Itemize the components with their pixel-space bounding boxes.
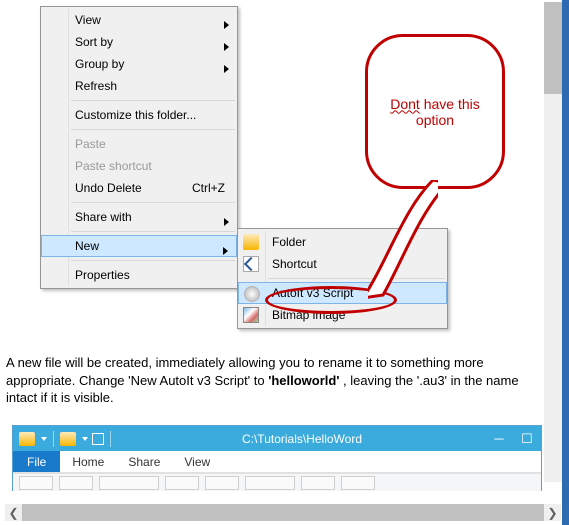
menu-item-undo-delete[interactable]: Undo Delete Ctrl+Z [41,177,237,199]
menu-separator [71,129,235,130]
explorer-ribbon-tabs: File Home Share View [13,451,541,473]
submenu-item-folder[interactable]: Folder [238,231,447,253]
page-right-border [562,0,569,525]
menu-separator [268,278,445,279]
menu-item-new[interactable]: New [41,235,237,257]
maximize-button[interactable]: ☐ [513,429,541,449]
menu-item-properties[interactable]: Properties [41,264,237,286]
tab-home[interactable]: Home [60,451,116,472]
chevron-down-icon [82,437,88,441]
submenu-label: Shortcut [272,257,317,271]
vertical-scrollbar-thumb[interactable] [544,2,562,94]
submenu-label: Folder [272,235,306,249]
toolbar-button[interactable] [59,476,93,490]
toolbar-button[interactable] [19,476,53,490]
menu-separator [71,231,235,232]
tab-share[interactable]: Share [116,451,172,472]
menu-label: Paste shortcut [75,159,152,173]
submenu-new: Folder Shortcut AutoIt v3 Script Bitmap … [237,228,448,329]
submenu-item-shortcut[interactable]: Shortcut [238,253,447,275]
context-menu: View Sort by Group by Refresh Customize … [40,6,238,289]
autoit-icon [244,286,260,302]
annotation-callout: Dont have this option [365,34,505,189]
toolbar-button[interactable] [301,476,335,490]
properties-icon [92,433,104,445]
file-explorer-window: C:\Tutorials\HelloWord ─ ☐ File Home Sha… [12,425,542,491]
quick-access-toolbar[interactable] [13,431,119,447]
menu-item-paste: Paste [41,133,237,155]
toolbar-button[interactable] [341,476,375,490]
submenu-label: Bitmap image [272,308,345,322]
scroll-left-button[interactable]: ❮ [5,504,22,521]
menu-item-group-by[interactable]: Group by [41,53,237,75]
paragraph-bold: 'helloworld' [268,373,339,388]
chevron-down-icon [41,437,47,441]
submenu-item-bitmap-image[interactable]: Bitmap image [238,304,447,326]
menu-label: Customize this folder... [75,108,196,122]
toolbar-button[interactable] [99,476,159,490]
minimize-button[interactable]: ─ [485,429,513,449]
callout-text: Dont have this option [390,96,480,128]
chevron-right-icon [223,241,228,261]
menu-separator [71,100,235,101]
submenu-item-autoit-script[interactable]: AutoIt v3 Script [238,282,447,304]
menu-label: Share with [75,210,132,224]
menu-label: New [75,239,99,253]
explorer-toolbar [13,473,541,491]
menu-label: Undo Delete [75,181,142,195]
menu-label: View [75,13,101,27]
horizontal-scrollbar-thumb[interactable] [22,504,544,521]
toolbar-button[interactable] [205,476,239,490]
shortcut-icon [243,256,259,272]
bitmap-icon [243,307,259,323]
menu-item-view[interactable]: View [41,9,237,31]
menu-label: Refresh [75,79,117,93]
window-title: C:\Tutorials\HelloWord [119,432,485,446]
menu-label: Properties [75,268,130,282]
scroll-right-button[interactable]: ❯ [544,504,561,521]
menu-label: Sort by [75,35,113,49]
submenu-label: AutoIt v3 Script [272,286,353,300]
menu-separator [71,260,235,261]
explorer-titlebar[interactable]: C:\Tutorials\HelloWord ─ ☐ [13,426,541,451]
menu-shortcut: Ctrl+Z [192,177,225,199]
folder-icon [60,432,76,446]
separator [53,431,54,447]
menu-label: Group by [75,57,124,71]
chevron-right-icon [224,211,229,233]
tab-view[interactable]: View [172,451,222,472]
horizontal-scrollbar[interactable]: ❮ ❯ [5,504,561,521]
menu-separator [71,202,235,203]
menu-item-refresh[interactable]: Refresh [41,75,237,97]
menu-item-paste-shortcut: Paste shortcut [41,155,237,177]
menu-item-customize-folder[interactable]: Customize this folder... [41,104,237,126]
separator [110,431,111,447]
tab-file[interactable]: File [13,451,60,472]
menu-item-share-with[interactable]: Share with [41,206,237,228]
folder-icon [19,432,35,446]
menu-item-sort-by[interactable]: Sort by [41,31,237,53]
toolbar-button[interactable] [165,476,199,490]
instruction-paragraph: A new file will be created, immediately … [6,354,526,407]
folder-icon [243,234,259,250]
menu-label: Paste [75,137,106,151]
toolbar-button[interactable] [245,476,295,490]
